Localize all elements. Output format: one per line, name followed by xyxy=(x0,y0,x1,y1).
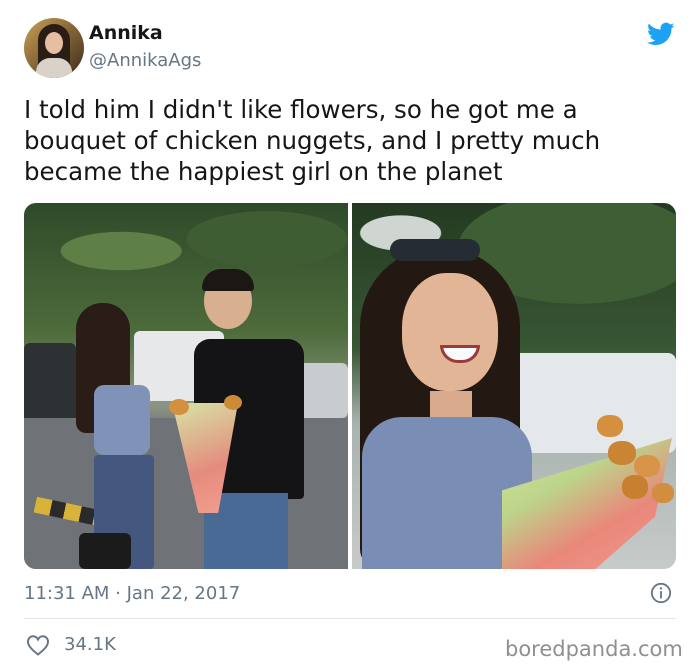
background-van xyxy=(502,353,676,453)
nugget xyxy=(622,475,648,499)
tweet-text: I told him I didn't like flowers, so he … xyxy=(24,95,601,186)
nugget xyxy=(634,455,660,477)
woman-top xyxy=(94,385,150,455)
nugget xyxy=(169,399,189,415)
divider xyxy=(24,618,676,619)
avatar-shirt xyxy=(36,58,72,78)
avatar[interactable] xyxy=(24,18,84,78)
man-hair xyxy=(202,269,254,291)
tweet-timestamp[interactable]: 11:31 AM · Jan 22, 2017 xyxy=(24,583,240,604)
handbag xyxy=(79,533,131,569)
twitter-bird-icon[interactable] xyxy=(645,20,677,48)
watermark: boredpanda.com xyxy=(505,637,683,661)
car-right xyxy=(299,363,348,418)
photo-woman-smiling[interactable] xyxy=(352,203,676,569)
nugget xyxy=(652,483,674,503)
trees xyxy=(24,203,348,323)
heart-icon[interactable] xyxy=(26,634,50,656)
info-icon[interactable] xyxy=(650,582,672,604)
nugget xyxy=(597,415,623,437)
media-gallery[interactable] xyxy=(24,203,676,569)
author-handle[interactable]: @AnnikaAgs xyxy=(89,50,201,71)
sunglasses xyxy=(390,239,480,261)
car-left xyxy=(24,343,76,423)
photo-couple[interactable] xyxy=(24,203,348,569)
like-count: 34.1K xyxy=(64,634,116,655)
woman-face xyxy=(402,273,498,391)
nugget xyxy=(224,395,242,410)
avatar-face xyxy=(45,32,63,54)
author-name[interactable]: Annika xyxy=(89,22,163,44)
nugget xyxy=(608,441,636,465)
